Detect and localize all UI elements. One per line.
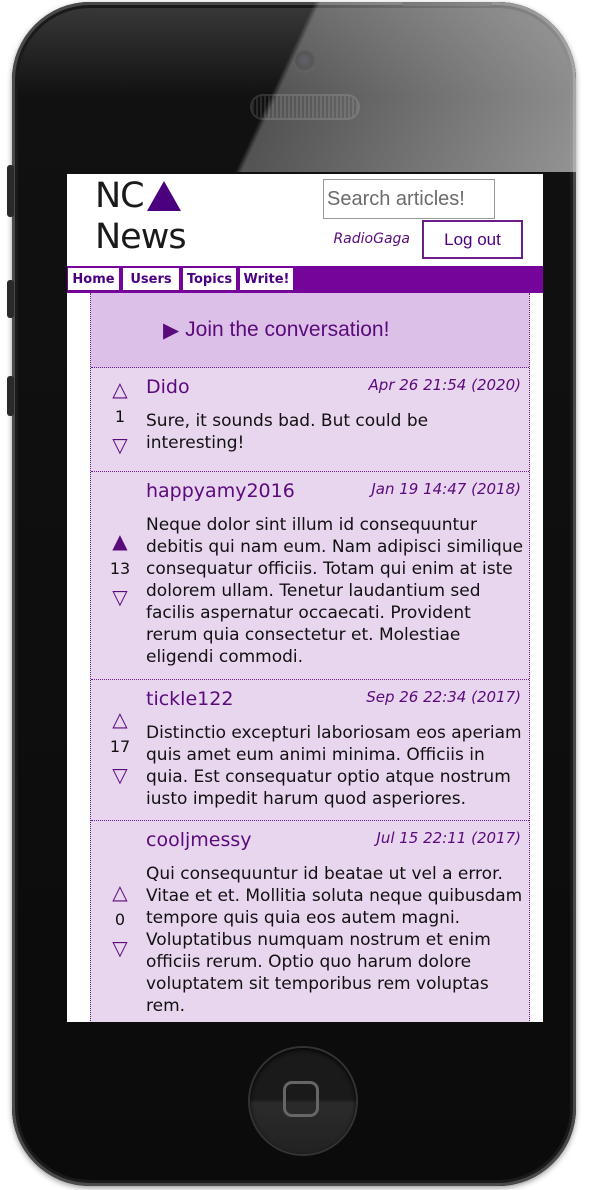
comment-body: Sure, it sounds bad. But could be intere…: [146, 411, 429, 453]
upvote-triangle-icon[interactable]: ▲: [109, 530, 131, 552]
comments-section: ▶ Join the conversation! △ 1 ▽ Dido Apr …: [90, 293, 530, 1022]
comment-body: Qui consequuntur id beatae ut vel a erro…: [146, 864, 523, 1016]
comment-date: Apr 26 21:54 (2020): [368, 376, 521, 394]
mute-switch: [7, 165, 14, 217]
current-username[interactable]: RadioGaga: [333, 231, 410, 247]
comment-date: Jul 15 22:11 (2017): [376, 829, 521, 847]
downvote-triangle-icon[interactable]: ▽: [109, 764, 131, 786]
logout-button[interactable]: Log out: [422, 220, 523, 259]
volume-down-button: [7, 376, 14, 416]
comment-body: Distinctio excepturi laboriosam eos aper…: [146, 723, 522, 809]
comment-card: △ 17 ▽ tickle122 Sep 26 22:34 (2017) Dis…: [91, 680, 529, 821]
comment-card: △ 0 ▽ cooljmessy Jul 15 22:11 (2017) Qui…: [91, 821, 529, 1021]
logo-triangle-icon: [146, 180, 181, 211]
upvote-triangle-icon[interactable]: △: [109, 378, 131, 400]
logo-text-news: News: [95, 217, 187, 257]
vote-count: 1: [114, 407, 126, 426]
vote-control: △ 17 ▽: [109, 708, 131, 786]
vote-count: 0: [114, 910, 126, 929]
comment-card: △ 1 ▽ Dido Apr 26 21:54 (2020) Sure, it …: [91, 368, 529, 472]
comment-author[interactable]: cooljmessy: [146, 829, 252, 851]
phone-home-button[interactable]: [250, 1048, 356, 1154]
nav-item-home[interactable]: Home: [67, 267, 120, 291]
upvote-triangle-icon[interactable]: △: [109, 708, 131, 730]
vote-control: △ 0 ▽: [109, 881, 131, 959]
expand-arrow-icon: ▶: [163, 318, 180, 342]
comment-author[interactable]: tickle122: [146, 688, 233, 710]
vote-count: 13: [109, 559, 131, 578]
front-camera: [295, 51, 315, 71]
phone-screen: NC News RadioGaga Log out Home Users Top…: [67, 174, 543, 1022]
comment-card: ▲ 13 ▽ happyamy2016 Jan 19 14:47 (2018) …: [91, 472, 529, 680]
main-nav: Home Users Topics Write!: [67, 266, 543, 293]
upvote-triangle-icon[interactable]: △: [109, 881, 131, 903]
site-logo[interactable]: NC News: [95, 176, 187, 258]
vote-control: △ 1 ▽: [109, 378, 131, 456]
volume-up-button: [7, 280, 14, 318]
site-header: NC News RadioGaga Log out: [67, 174, 543, 266]
downvote-triangle-icon[interactable]: ▽: [109, 937, 131, 959]
downvote-triangle-icon[interactable]: ▽: [109, 586, 131, 608]
logo-text-nc: NC: [95, 176, 145, 216]
nav-item-topics[interactable]: Topics: [182, 267, 237, 291]
vote-control: ▲ 13 ▽: [109, 530, 131, 608]
home-square-icon: [283, 1081, 319, 1117]
downvote-triangle-icon[interactable]: ▽: [109, 434, 131, 456]
comment-body: Neque dolor sint illum id consequuntur d…: [146, 515, 524, 667]
nav-item-users[interactable]: Users: [122, 267, 180, 291]
nav-item-write[interactable]: Write!: [239, 267, 294, 291]
power-button: [402, 2, 492, 6]
vote-count: 17: [109, 737, 131, 756]
comment-date: Jan 19 14:47 (2018): [371, 480, 521, 498]
join-conversation-toggle[interactable]: ▶ Join the conversation!: [91, 293, 529, 368]
earpiece-speaker: [252, 96, 358, 118]
glass-reflection: [12, 2, 576, 172]
comment-author[interactable]: happyamy2016: [146, 480, 295, 502]
comment-author[interactable]: Dido: [146, 376, 190, 398]
phone-frame: NC News RadioGaga Log out Home Users Top…: [12, 2, 576, 1186]
comment-date: Sep 26 22:34 (2017): [366, 688, 521, 706]
join-conversation-label: Join the conversation!: [185, 318, 390, 341]
search-input[interactable]: [323, 179, 495, 219]
